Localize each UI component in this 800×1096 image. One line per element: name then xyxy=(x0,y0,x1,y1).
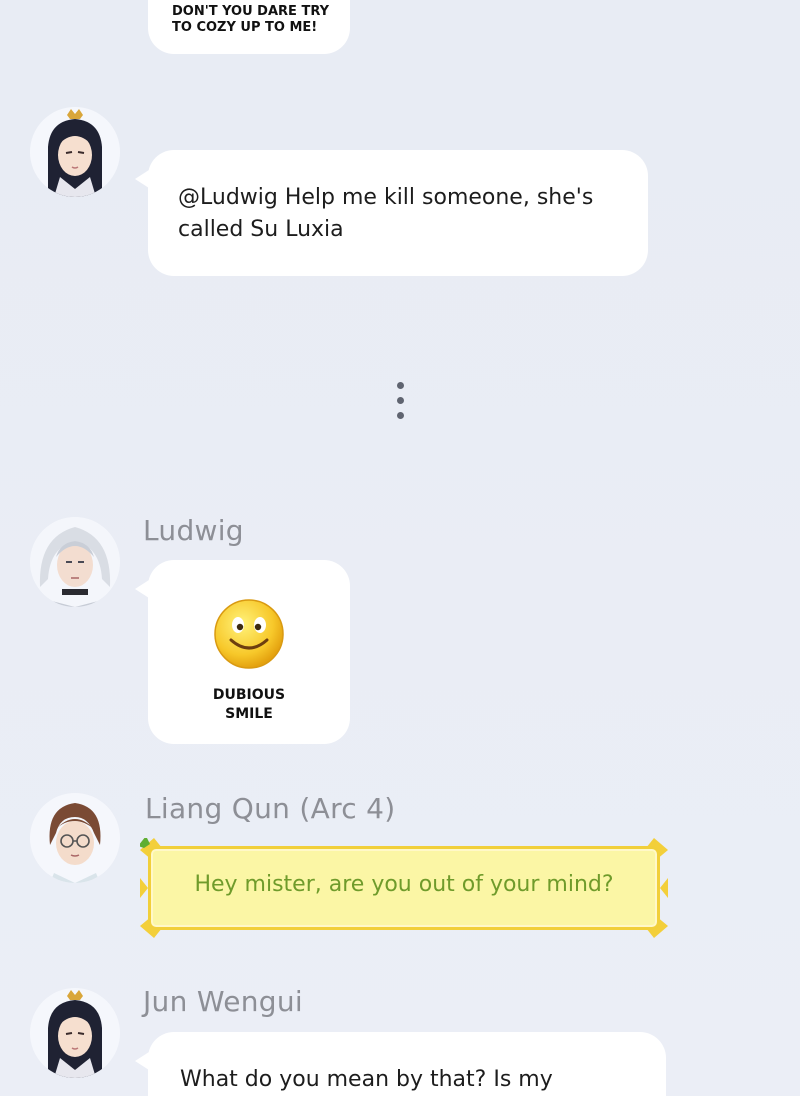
message-text: Hey mister, are you out of your mind? xyxy=(194,872,614,897)
message-text: What do you mean by that? Is my xyxy=(180,1067,553,1092)
sender-name-jun-wengui: Jun Wengui xyxy=(143,985,303,1018)
message-text-line: TO COZY UP TO ME! xyxy=(172,20,318,35)
message-text: DON'T YOU DARE TRY TO COZY UP TO ME! xyxy=(172,4,329,36)
vertical-dots-icon xyxy=(397,382,405,422)
sticker-caption-line: DUBIOUS xyxy=(212,687,286,703)
avatar-ludwig[interactable] xyxy=(30,517,120,607)
black-haired-man-with-crown-avatar-icon xyxy=(30,988,120,1078)
message-text-line: DON'T YOU DARE TRY xyxy=(172,4,330,19)
avatar-jun-wengui-2[interactable] xyxy=(30,988,120,1078)
message-text-line: called Su Luxia xyxy=(178,217,344,242)
avatar-jun-wengui[interactable] xyxy=(30,107,120,197)
gold-message-bubble[interactable]: Hey mister, are you out of your mind? xyxy=(140,838,668,938)
sticker-caption: DUBIOUS SMILE xyxy=(148,686,350,724)
message-bubble[interactable]: @Ludwig Help me kill someone, she's call… xyxy=(135,150,648,276)
white-haired-man-avatar-icon xyxy=(30,517,120,607)
sender-name-ludwig: Ludwig xyxy=(143,514,244,547)
bubble-tail xyxy=(135,170,149,188)
message-text: @Ludwig Help me kill someone, she's call… xyxy=(178,182,593,246)
brown-haired-man-with-glasses-avatar-icon xyxy=(30,793,120,883)
message-bubble[interactable]: What do you mean by that? Is my xyxy=(135,1032,666,1096)
black-haired-man-with-crown-avatar-icon xyxy=(30,107,120,197)
sticker-caption-line: SMILE xyxy=(225,706,273,722)
sender-name-liang-qun: Liang Qun (Arc 4) xyxy=(145,792,396,825)
bubble-tail xyxy=(135,1052,149,1070)
avatar-liang-qun[interactable] xyxy=(30,793,120,883)
message-text-line: @Ludwig Help me kill someone, she's xyxy=(178,185,594,210)
smiley-face-emoji-icon xyxy=(214,599,284,669)
bubble-tail xyxy=(135,580,149,598)
chat-screen: DON'T YOU DARE TRY TO COZY UP TO ME! @Lu… xyxy=(0,0,800,1096)
message-bubble-top[interactable]: DON'T YOU DARE TRY TO COZY UP TO ME! xyxy=(148,0,350,54)
sticker-bubble[interactable]: DUBIOUS SMILE xyxy=(135,560,350,744)
